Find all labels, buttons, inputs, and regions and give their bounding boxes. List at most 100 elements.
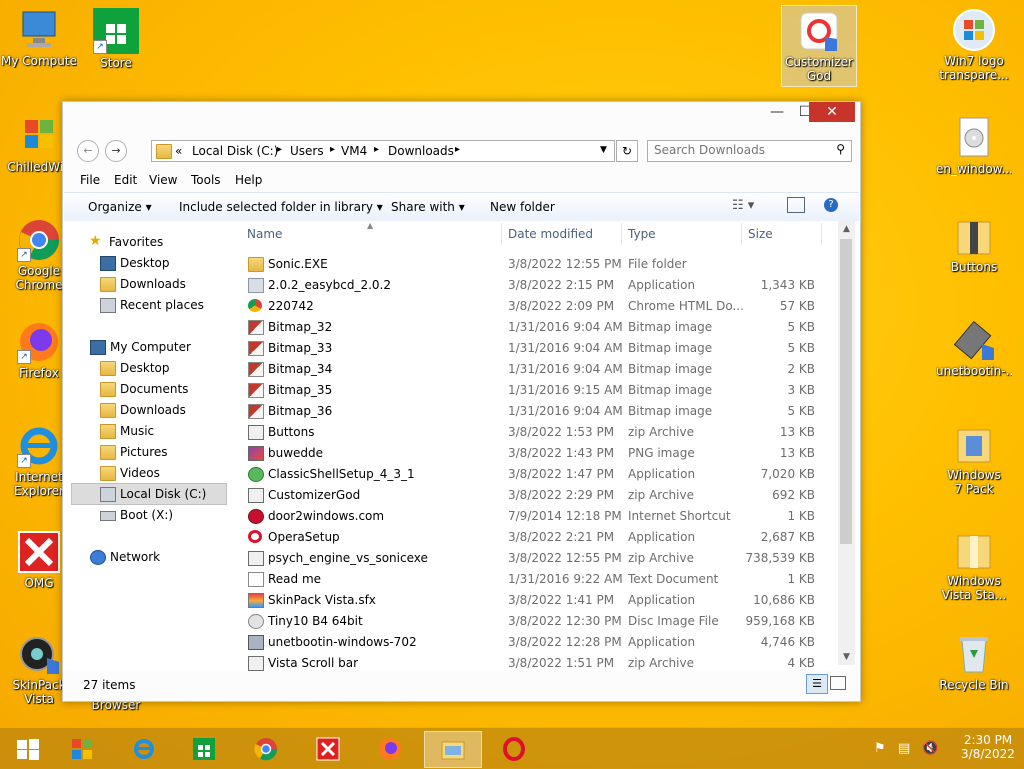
new-folder-button[interactable]: New folder: [490, 200, 555, 214]
file-row[interactable]: Read me 1/31/2016 9:22 AM Text Document 1 K…: [243, 568, 839, 589]
file-row[interactable]: Bitmap_33 1/31/2016 9:04 AM Bitmap image 5 …: [243, 337, 839, 358]
volume-muted-icon[interactable]: 🔇: [922, 741, 938, 756]
nav-local-disk[interactable]: Local Disk (C:): [71, 483, 227, 505]
file-row[interactable]: door2windows.com 7/9/2014 12:18 PM Interne…: [243, 505, 839, 526]
scroll-up-arrow-icon[interactable]: ▲: [838, 221, 855, 237]
file-row[interactable]: Vista Scroll bar 3/8/2022 1:51 PM zip Arch…: [243, 652, 839, 673]
nav-downloads[interactable]: Downloads: [100, 400, 230, 420]
menu-edit[interactable]: Edit: [114, 173, 137, 187]
nav-my-computer[interactable]: My Computer: [90, 337, 230, 357]
start-button[interactable]: [0, 731, 56, 766]
column-divider[interactable]: [741, 223, 742, 245]
desktop-icon-buttons[interactable]: Buttons: [936, 214, 1012, 274]
desktop-icon-customizergod[interactable]: CustomizerGod: [781, 5, 857, 87]
network-status-icon[interactable]: ▤: [898, 741, 910, 756]
address-bar[interactable]: « Local Disk (C:) ▸ Users ▸ VM4 ▸ Downlo…: [151, 140, 615, 162]
file-row[interactable]: 2.0.2_easybcd_2.0.2 3/8/2022 2:15 PM Appli…: [243, 274, 839, 295]
file-row[interactable]: buwedde 3/8/2022 1:43 PM PNG image 13 KB: [243, 442, 839, 463]
forward-button[interactable]: →: [105, 140, 127, 162]
file-row[interactable]: SkinPack Vista.sfx 3/8/2022 1:41 PM Applic…: [243, 589, 839, 610]
desktop-icon-unetbootin[interactable]: unetbootin-...: [936, 318, 1012, 378]
desktop-icon-windows-vista-sta[interactable]: Windows Vista Sta...: [936, 528, 1012, 602]
nav-videos[interactable]: Videos: [100, 463, 230, 483]
details-view-icon[interactable]: ☰: [806, 674, 828, 694]
taskbar-chilledwin[interactable]: [54, 731, 110, 766]
search-input[interactable]: [648, 141, 829, 159]
menu-help[interactable]: Help: [235, 173, 262, 187]
action-center-flag-icon[interactable]: ⚑: [874, 741, 886, 756]
nav-desktop[interactable]: Desktop: [100, 358, 230, 378]
file-row[interactable]: Bitmap_36 1/31/2016 9:04 AM Bitmap image 5 …: [243, 400, 839, 421]
minimize-button[interactable]: —: [763, 102, 791, 122]
breadcrumb-separator[interactable]: ▸: [374, 144, 379, 155]
nav-favorites[interactable]: ★ Favorites: [89, 232, 229, 252]
file-row[interactable]: Tiny10 B4 64bit 3/8/2022 12:30 PM Disc Ima…: [243, 610, 839, 631]
desktop-icon-win7-logo[interactable]: Win7 logo transpare...: [936, 8, 1012, 82]
large-icons-view-icon[interactable]: [830, 676, 846, 690]
menu-tools[interactable]: Tools: [191, 173, 221, 187]
file-row[interactable]: 220742 3/8/2022 2:09 PM Chrome HTML Do... 5…: [243, 295, 839, 316]
file-row[interactable]: unetbootin-windows-702 3/8/2022 12:28 PM A…: [243, 631, 839, 652]
taskbar-omg[interactable]: [300, 731, 356, 766]
file-row[interactable]: Bitmap_32 1/31/2016 9:04 AM Bitmap image 5 …: [243, 316, 839, 337]
taskbar-file-explorer[interactable]: [424, 731, 482, 768]
help-icon[interactable]: ?: [824, 198, 838, 212]
preview-pane-icon[interactable]: [787, 197, 805, 213]
desktop-icon-windows7-pack[interactable]: Windows 7 Pack: [936, 422, 1012, 496]
nav-pictures[interactable]: Pictures: [100, 442, 230, 462]
scroll-down-arrow-icon[interactable]: ▼: [838, 649, 855, 665]
breadcrumb-downloads[interactable]: Downloads: [388, 144, 454, 158]
search-icon[interactable]: ⚲: [836, 142, 845, 156]
search-box[interactable]: ⚲: [647, 140, 852, 162]
title-bar[interactable]: — ☐ ✕: [63, 102, 860, 128]
file-row[interactable]: OperaSetup 3/8/2022 2:21 PM Application 2,6…: [243, 526, 839, 547]
share-with-button[interactable]: Share with ▾: [391, 200, 465, 214]
breadcrumb-users[interactable]: Users: [290, 144, 324, 158]
nav-fav-recent-places[interactable]: Recent places: [100, 295, 230, 315]
column-header-type[interactable]: Type: [628, 227, 656, 247]
taskbar-firefox[interactable]: [362, 731, 418, 766]
breadcrumb-separator[interactable]: ▸: [330, 144, 335, 155]
file-row[interactable]: Bitmap_35 1/31/2016 9:15 AM Bitmap image 3 …: [243, 379, 839, 400]
column-header-date[interactable]: Date modified: [508, 227, 593, 247]
column-header-name[interactable]: Name: [247, 227, 282, 247]
taskbar-chrome[interactable]: [238, 731, 294, 766]
breadcrumb-separator[interactable]: ▸: [277, 144, 282, 155]
file-row[interactable]: ClassicShellSetup_4_3_1 3/8/2022 1:47 PM A…: [243, 463, 839, 484]
nav-music[interactable]: Music: [100, 421, 230, 441]
refresh-button[interactable]: ↻: [616, 140, 638, 162]
taskbar-opera[interactable]: [486, 731, 542, 766]
nav-network[interactable]: Network: [90, 547, 230, 567]
file-row[interactable]: Sonic.EXE 3/8/2022 12:55 PM File folder: [243, 253, 839, 274]
column-divider[interactable]: [621, 223, 622, 245]
view-options-icon[interactable]: ☷ ▾: [732, 198, 754, 213]
taskbar-store[interactable]: [176, 731, 232, 766]
file-row[interactable]: psych_engine_vs_sonicexe 3/8/2022 12:55 P…: [243, 547, 839, 568]
column-divider[interactable]: [501, 223, 502, 245]
desktop-icon-en-window[interactable]: en_window...: [936, 116, 1012, 176]
file-row[interactable]: CustomizerGod 3/8/2022 2:29 PM zip Archive…: [243, 484, 839, 505]
back-button[interactable]: ←: [77, 140, 99, 162]
breadcrumb-separator[interactable]: ▸: [455, 144, 460, 155]
breadcrumb-local-disk[interactable]: Local Disk (C:): [192, 144, 278, 158]
clock[interactable]: 2:30 PM 3/8/2022: [956, 733, 1020, 761]
file-row[interactable]: Buttons 3/8/2022 1:53 PM zip Archive 13 KB: [243, 421, 839, 442]
organize-button[interactable]: Organize ▾: [88, 200, 152, 214]
file-row[interactable]: Bitmap_34 1/31/2016 9:04 AM Bitmap image 2 …: [243, 358, 839, 379]
vertical-scrollbar[interactable]: ▲ ▼: [838, 221, 855, 665]
desktop-icon-my-computer[interactable]: My Computer: [1, 8, 77, 68]
close-button[interactable]: ✕: [809, 102, 855, 122]
nav-fav-downloads[interactable]: Downloads: [100, 274, 230, 294]
nav-fav-desktop[interactable]: Desktop: [100, 253, 230, 273]
menu-file[interactable]: File: [80, 173, 100, 187]
nav-boot-drive[interactable]: Boot (X:): [100, 505, 230, 525]
desktop-icon-recycle-bin[interactable]: Recycle Bin: [936, 632, 1012, 692]
chevron-down-icon[interactable]: ▼: [600, 145, 607, 155]
nav-documents[interactable]: Documents: [100, 379, 230, 399]
column-header-size[interactable]: Size: [748, 227, 773, 247]
column-divider[interactable]: [821, 223, 822, 245]
desktop-icon-store[interactable]: ↗ Store: [78, 8, 154, 70]
include-in-library-button[interactable]: Include selected folder in library ▾: [179, 200, 383, 214]
menu-view[interactable]: View: [149, 173, 177, 187]
breadcrumb-vm4[interactable]: VM4: [341, 144, 367, 158]
